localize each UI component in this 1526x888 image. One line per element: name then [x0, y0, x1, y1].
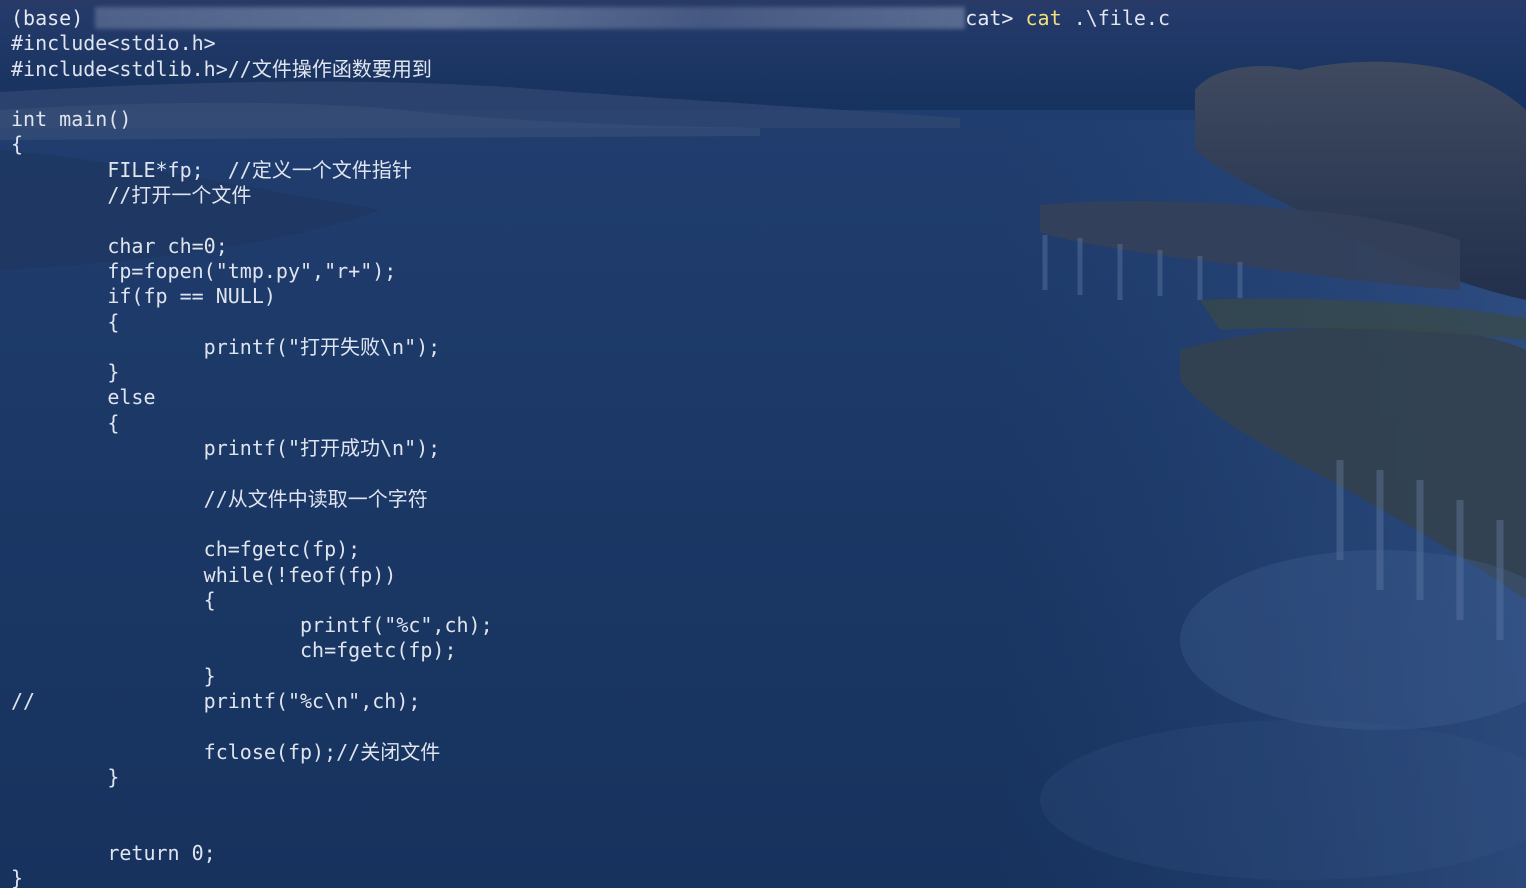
code-line: //打开一个文件 — [11, 183, 252, 208]
code-line: { — [11, 587, 216, 612]
code-line: } — [11, 764, 120, 789]
code-line: printf("打开失败\n"); — [11, 334, 441, 359]
code-line: while(!feof(fp)) — [11, 562, 397, 587]
command-name: cat — [1025, 6, 1062, 30]
code-line: #include<stdlib.h>//文件操作函数要用到 — [11, 56, 432, 81]
code-line: //从文件中读取一个字符 — [11, 486, 428, 511]
code-line: char ch=0; — [11, 233, 228, 258]
code-line: return 0; — [11, 840, 216, 865]
prompt-suffix: cat> — [965, 6, 1014, 30]
code-line: #include<stdio.h> — [11, 31, 216, 56]
code-line: ch=fgetc(fp); — [11, 537, 361, 562]
command-argument: .\file.c — [1073, 6, 1171, 30]
code-line: } — [11, 663, 216, 688]
prompt-line: (base) cat> cat .\file.c — [11, 6, 1170, 31]
code-line: printf("打开成功\n"); — [11, 436, 441, 461]
code-line: if(fp == NULL) — [11, 284, 276, 309]
code-line: } — [11, 866, 24, 888]
redacted-path — [95, 7, 966, 29]
prompt-prefix: (base) — [11, 6, 96, 30]
code-line: fclose(fp);//关闭文件 — [11, 739, 441, 764]
code-line: { — [11, 132, 24, 157]
code-line: printf("%c",ch); — [11, 613, 493, 638]
terminal-output[interactable]: (base) cat> cat .\file.c #include<stdio.… — [11, 6, 1170, 888]
code-line: } — [11, 360, 120, 385]
code-line: else — [11, 385, 156, 410]
terminal-window[interactable]: (base) cat> cat .\file.c #include<stdio.… — [0, 0, 1526, 888]
code-line: { — [11, 410, 120, 435]
code-line: fp=fopen("tmp.py","r+"); — [11, 258, 397, 283]
code-line: { — [11, 309, 120, 334]
code-line: int main() — [11, 107, 132, 132]
code-line: FILE*fp; //定义一个文件指针 — [11, 157, 412, 182]
code-line: // printf("%c\n",ch); — [11, 689, 421, 714]
code-line: ch=fgetc(fp); — [11, 638, 457, 663]
